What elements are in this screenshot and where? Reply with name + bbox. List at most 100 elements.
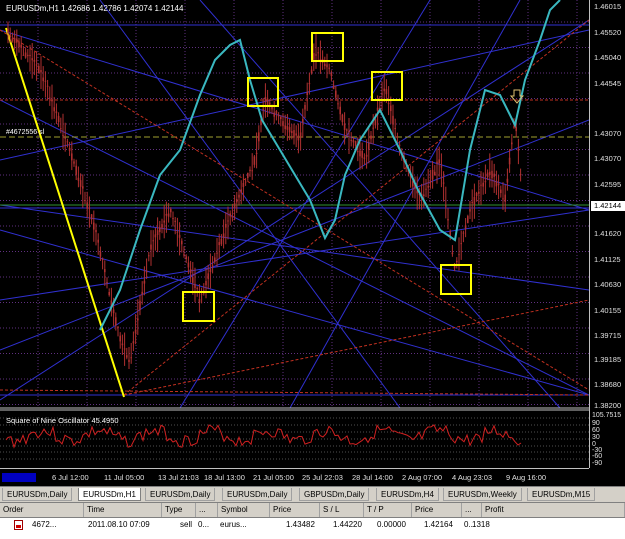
candle-body <box>18 41 20 48</box>
candle-body <box>374 119 377 126</box>
candle-body <box>445 205 447 207</box>
candle-body <box>200 293 203 295</box>
price-axis[interactable]: 1.46015 1.45520 1.45040 1.44545 1.43070 … <box>589 0 625 410</box>
candle-body <box>381 93 383 95</box>
candle-body <box>517 148 520 151</box>
candle-body <box>330 72 333 76</box>
order-sl: 1.44220 <box>333 520 362 529</box>
col-time[interactable]: Time <box>84 503 162 517</box>
col-profit[interactable]: Profit <box>482 503 625 517</box>
candle-body <box>244 181 247 183</box>
candle-body <box>185 256 187 259</box>
candle-body <box>423 194 425 197</box>
candle-body <box>207 273 209 280</box>
candle-body <box>238 194 240 198</box>
tab-eurusdm-daily-3[interactable]: EURUSDm,Daily <box>222 488 293 501</box>
chart-window[interactable]: EURUSDm,H1 1.42686 1.42786 1.42074 1.421… <box>0 0 625 486</box>
candle-body <box>392 115 394 125</box>
table-row[interactable]: 4672... 2011.08.10 07:09 sell 0... eurus… <box>0 518 625 532</box>
col-size[interactable]: ... <box>196 503 218 517</box>
candle-body <box>475 192 478 196</box>
tab-eurusdm-h4[interactable]: EURUSDm,H4 <box>376 488 439 501</box>
candle-body <box>71 153 73 161</box>
col-cur-price[interactable]: Price <box>412 503 462 517</box>
candle-body <box>88 207 91 209</box>
time-tick: 28 Jul 14:00 <box>352 473 393 482</box>
time-tick: 11 Jul 05:00 <box>104 473 145 482</box>
candle-body <box>337 103 339 105</box>
candle-body <box>183 254 185 256</box>
time-tick: 18 Jul 13:00 <box>204 473 245 482</box>
candle-body <box>29 54 31 57</box>
candle-body <box>484 181 487 183</box>
candle-body <box>506 178 509 183</box>
candle-body <box>62 134 64 136</box>
candle-body <box>368 143 370 150</box>
col-stop-loss[interactable]: S / L <box>320 503 364 517</box>
candle-body <box>16 38 18 43</box>
candle-body <box>249 169 251 171</box>
candle-body <box>467 216 469 224</box>
candle-body <box>27 54 29 57</box>
candle-body <box>101 258 104 261</box>
chart-tabs-bar: EURUSDm,Daily EURUSDm,H1 EURUSDm,Daily E… <box>0 486 625 503</box>
candle-body <box>82 186 84 189</box>
osc-level: 60 <box>592 427 600 434</box>
price-chart-canvas[interactable] <box>0 0 589 468</box>
tab-eurusdm-weekly[interactable]: EURUSDm,Weekly <box>443 488 522 501</box>
candle-body <box>335 90 337 98</box>
order-current-price: 1.42164 <box>424 520 453 529</box>
candle-body <box>438 159 440 164</box>
candle-body <box>73 161 75 164</box>
candle-body <box>361 150 363 158</box>
price-tick: 1.42595 <box>594 180 622 189</box>
price-tick: 1.38200 <box>594 401 622 410</box>
sell-order-icon <box>14 520 23 530</box>
price-tick: 1.43070 <box>594 129 622 138</box>
tab-eurusdm-daily[interactable]: EURUSDm,Daily <box>2 488 73 501</box>
candle-body <box>462 232 465 234</box>
candle-body <box>370 135 372 140</box>
col-order[interactable]: Order <box>0 503 84 517</box>
tab-eurusdm-daily-2[interactable]: EURUSDm,Daily <box>145 488 216 501</box>
candle-body <box>427 185 429 188</box>
candle-body <box>181 240 183 245</box>
col-take-profit[interactable]: T / P <box>364 503 412 517</box>
candle-body <box>326 64 328 68</box>
tab-eurusdm-m15[interactable]: EURUSDm,M15 <box>527 488 596 501</box>
candle-body <box>434 171 436 176</box>
candle-body <box>189 269 192 274</box>
candle-body <box>220 238 223 245</box>
candle-body <box>7 28 9 33</box>
trade-table-header: Order Time Type ... Symbol Price S / L T… <box>0 503 625 518</box>
candle-body <box>258 132 260 142</box>
candle-body <box>500 189 502 194</box>
candle-body <box>365 154 368 157</box>
candle-body <box>396 136 399 138</box>
candle-body <box>115 317 117 326</box>
col-type[interactable]: Type <box>162 503 196 517</box>
terminal-trade-panel: Order Time Type ... Symbol Price S / L T… <box>0 502 625 539</box>
candle-body <box>11 38 14 42</box>
candle-body <box>348 131 350 133</box>
candle-body <box>176 231 179 233</box>
candle-body <box>222 233 225 239</box>
time-axis[interactable]: 6 Jul 12:00 11 Jul 05:00 13 Jul 21:03 18… <box>0 468 589 485</box>
col-price[interactable]: Price <box>270 503 320 517</box>
candle-body <box>40 70 42 73</box>
candle-body <box>236 199 238 203</box>
tab-eurusdm-h1[interactable]: EURUSDm,H1 <box>78 488 141 501</box>
col-symbol[interactable]: Symbol <box>218 503 270 517</box>
oscillator-axis[interactable]: 105.7515 90 60 30 0 -30 -60 -90 <box>589 410 625 468</box>
time-scroll-marker[interactable] <box>2 473 36 482</box>
candle-body <box>106 281 108 283</box>
time-tick: 13 Jul 21:03 <box>158 473 199 482</box>
candle-body <box>148 255 150 257</box>
candle-body <box>205 280 207 286</box>
candle-body <box>130 357 132 359</box>
candle-body <box>216 252 218 254</box>
candle-body <box>229 213 231 217</box>
col-commission[interactable]: ... <box>462 503 482 517</box>
order-price: 1.43482 <box>286 520 315 529</box>
tab-gbpusdm-daily[interactable]: GBPUSDm,Daily <box>299 488 370 501</box>
